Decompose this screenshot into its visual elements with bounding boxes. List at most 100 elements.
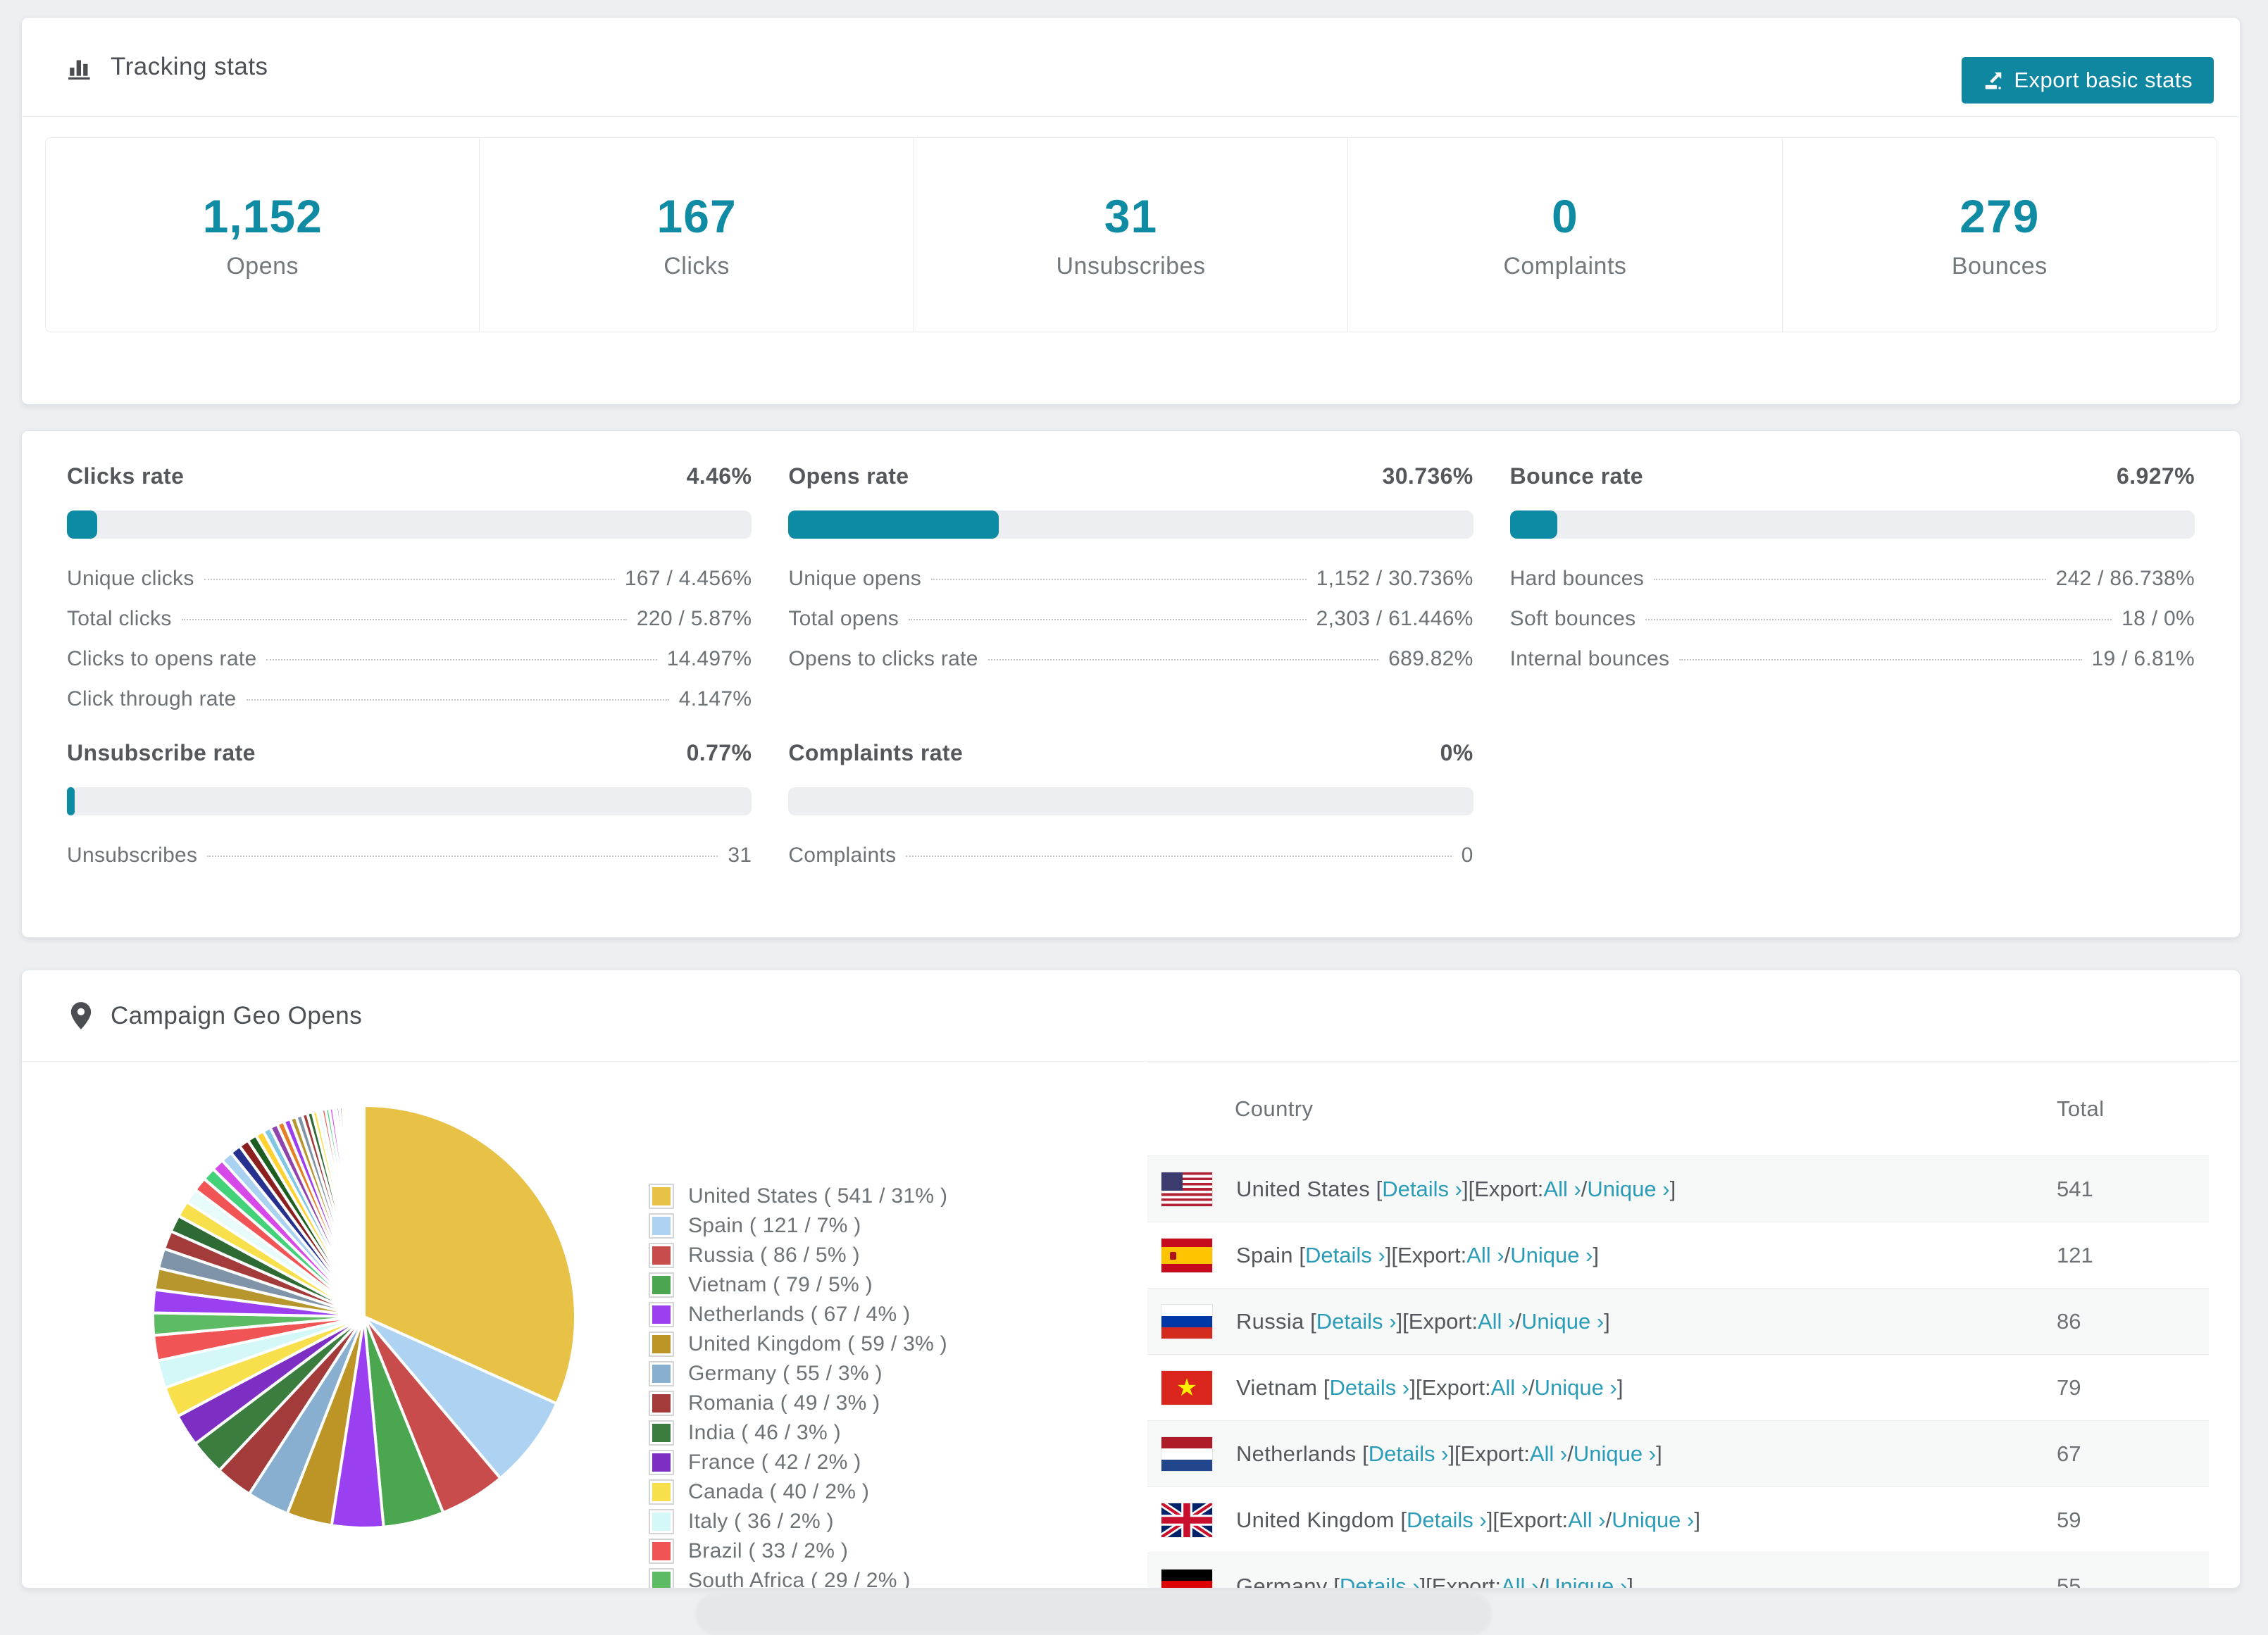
dotted-leader (266, 659, 657, 660)
campaign-geo-opens-card: Campaign Geo Opens United States ( 541 /… (21, 970, 2241, 1589)
rate-row: Internal bounces 19 / 6.81% (1510, 647, 2195, 687)
details-link[interactable]: Details › (1330, 1375, 1410, 1401)
export-unique-link[interactable]: Unique › (1587, 1177, 1669, 1202)
rate-row: Hard bounces 242 / 86.738% (1510, 567, 2195, 607)
details-link[interactable]: Details › (1305, 1243, 1385, 1268)
separator: / (1504, 1242, 1511, 1267)
separator: / (1605, 1507, 1612, 1532)
legend-item-italy: Italy ( 36 / 2% ) (649, 1507, 947, 1536)
export-button-label: Export basic stats (2014, 68, 2193, 92)
stat-value: 31 (1104, 190, 1158, 242)
country-cell: Spain [Details ›] [Export: All › / Uniqu… (1161, 1238, 2057, 1272)
legend-item-germany: Germany ( 55 / 3% ) (649, 1359, 947, 1389)
legend-swatch-color (652, 1512, 671, 1531)
bounce-rate-header: Bounce rate 6.927% (1510, 463, 2195, 489)
legend-swatch-color (652, 1572, 671, 1588)
export-all-link[interactable]: All › (1466, 1243, 1504, 1268)
export-unique-link[interactable]: Unique › (1612, 1508, 1694, 1533)
stat-box-clicks: 167 Clicks (480, 138, 914, 332)
export-all-link[interactable]: All › (1491, 1375, 1528, 1401)
export-all-link[interactable]: All › (1530, 1441, 1567, 1467)
total-column-header: Total (2057, 1096, 2105, 1121)
legend-swatch-color (652, 1276, 671, 1294)
rate-row-label: Internal bounces (1509, 647, 1670, 670)
geo-content: United States ( 541 / 31% ) Spain ( 121 /… (22, 1062, 2240, 1589)
stat-value: 1,152 (202, 190, 323, 242)
bracket: [ (1292, 1242, 1306, 1267)
es-flag-icon (1161, 1238, 1212, 1272)
rate-row: Clicks to opens rate 14.497% (67, 647, 752, 687)
dotted-leader (1679, 659, 2082, 660)
legend-swatch (649, 1420, 674, 1446)
bracket: ] (1604, 1308, 1610, 1334)
bracket: ] (1627, 1573, 1633, 1589)
stat-box-unsubscribes: 31 Unsubscribes (914, 138, 1349, 332)
export-basic-stats-button[interactable]: Export basic stats (1962, 57, 2214, 104)
rate-row-value: 2,303 / 61.446% (1316, 607, 1473, 630)
details-link[interactable]: Details › (1382, 1177, 1462, 1202)
export-all-link[interactable]: All › (1478, 1309, 1515, 1334)
legend-item-spain: Spain ( 121 / 7% ) (649, 1211, 947, 1241)
bracket: ] (1409, 1374, 1416, 1400)
legend-swatch (649, 1479, 674, 1505)
separator: / (1538, 1573, 1545, 1589)
export-unique-link[interactable]: Unique › (1574, 1441, 1656, 1467)
legend-swatch (649, 1450, 674, 1475)
separator: / (1581, 1176, 1588, 1201)
geo-table-row-united-states: United States [Details ›] [Export: All ›… (1147, 1156, 2209, 1222)
details-link[interactable]: Details › (1340, 1574, 1420, 1589)
export-prefix: [Export: (1402, 1308, 1478, 1334)
export-unique-link[interactable]: Unique › (1510, 1243, 1593, 1268)
legend-swatch (649, 1184, 674, 1209)
rate-row-label: Total clicks (67, 607, 172, 630)
bracket: ] (1616, 1374, 1624, 1400)
opens-rate-value: 30.736% (1382, 463, 1473, 489)
bracket: ] (1396, 1308, 1403, 1334)
export-all-link[interactable]: All › (1543, 1177, 1581, 1202)
stat-box-complaints: 0 Complaints (1348, 138, 1783, 332)
export-unique-link[interactable]: Unique › (1545, 1574, 1627, 1589)
export-unique-link[interactable]: Unique › (1521, 1309, 1604, 1334)
geo-table-row-vietnam: ★ Vietnam [Details ›] [Export: All › / Un… (1147, 1355, 2209, 1421)
bracket: ] (1486, 1507, 1493, 1532)
stat-label: Bounces (1951, 253, 2048, 280)
country-cell: Germany [Details ›] [Export: All › / Uni… (1161, 1569, 2057, 1589)
geo-table: Country Total United States [Details ›] … (1147, 1062, 2209, 1589)
rate-row-value: 0 (1461, 844, 1473, 867)
legend-swatch-color (652, 1542, 671, 1560)
legend-label: United States ( 541 / 31% ) (688, 1184, 948, 1208)
rate-row: Unique clicks 167 / 4.456% (67, 567, 752, 607)
opens-rate-progress-fill (788, 510, 999, 539)
legend-swatch-color (652, 1305, 671, 1324)
export-all-link[interactable]: All › (1568, 1508, 1605, 1533)
details-link[interactable]: Details › (1407, 1508, 1487, 1533)
dotted-leader (1645, 619, 2112, 620)
rate-row-label: Unique opens (788, 567, 922, 590)
export-unique-link[interactable]: Unique › (1535, 1375, 1617, 1401)
rate-row-label: Hard bounces (1509, 567, 1645, 590)
clicks-rate-progress-fill (67, 510, 98, 539)
stat-box-opens: 1,152 Opens (46, 138, 480, 332)
legend-swatch-color (652, 1424, 671, 1442)
rate-row-value: 689.82% (1388, 647, 1473, 670)
clicks-rate-rows: Unique clicks 167 / 4.456% Total clicks 220… (67, 567, 752, 727)
rate-row: Unsubscribes 31 (67, 844, 752, 884)
legend-swatch-color (652, 1394, 671, 1412)
export-all-link[interactable]: All › (1501, 1574, 1538, 1589)
bounce-rate-section: Bounce rate 6.927% Hard bounces 242 / 86.73… (1509, 463, 2195, 727)
country-name: United Kingdom (1236, 1507, 1395, 1532)
bracket: [ (1327, 1573, 1340, 1589)
details-link[interactable]: Details › (1316, 1309, 1397, 1334)
geo-header: Campaign Geo Opens (22, 970, 2240, 1061)
bracket: [ (1394, 1507, 1407, 1532)
legend-label: France ( 42 / 2% ) (688, 1451, 861, 1474)
stat-value: 167 (656, 190, 737, 242)
details-link[interactable]: Details › (1369, 1441, 1449, 1467)
stat-value: 0 (1552, 190, 1578, 242)
total-value: 79 (2057, 1374, 2081, 1400)
unsubscribe-rate-value: 0.77% (686, 740, 752, 765)
stat-value: 279 (1959, 190, 2040, 242)
bracket: ] (1669, 1176, 1676, 1201)
legend-item-south-africa: South Africa ( 29 / 2% ) (649, 1566, 947, 1588)
bracket: ] (1385, 1242, 1392, 1267)
